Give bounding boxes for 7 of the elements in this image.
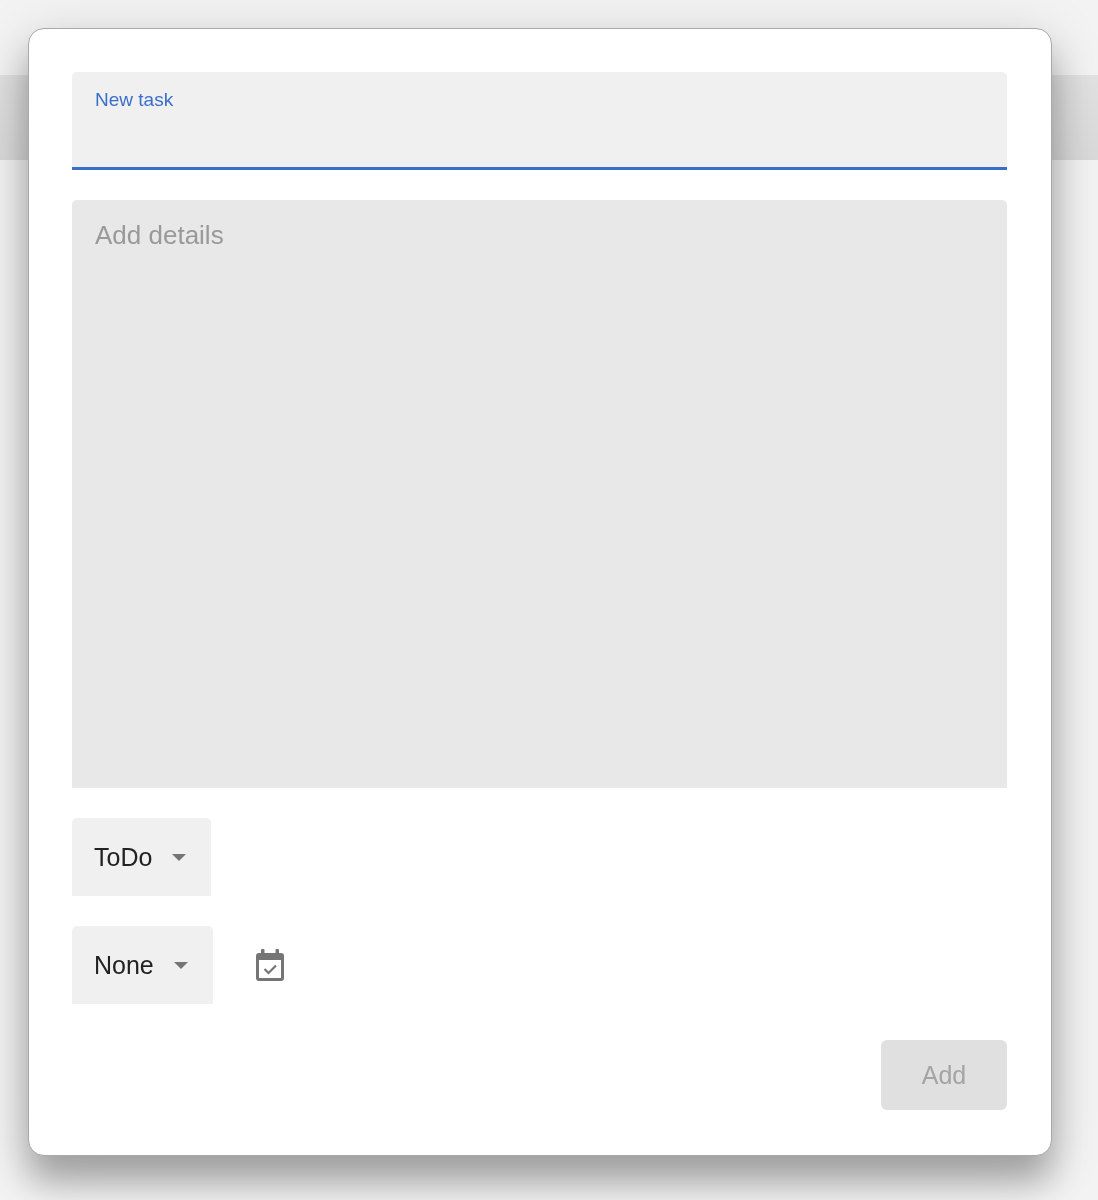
caret-icon bbox=[173, 961, 188, 969]
title-field[interactable]: New task bbox=[72, 72, 1007, 170]
dropdown-select[interactable]: None bbox=[72, 926, 213, 1004]
dropdown-select[interactable]: ToDo bbox=[72, 818, 212, 896]
caret-icon bbox=[172, 853, 187, 861]
calendar-check-icon[interactable] bbox=[254, 948, 285, 982]
details-field[interactable]: Add details bbox=[72, 200, 1007, 788]
